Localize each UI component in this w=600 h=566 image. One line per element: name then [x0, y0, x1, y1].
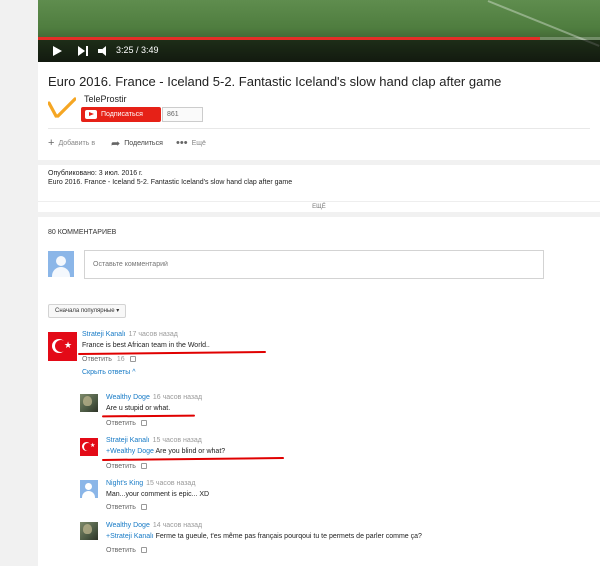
share-button[interactable]: ➦ Поделиться: [111, 137, 163, 150]
plus-icon: +: [48, 137, 55, 149]
comment-text: Man...your comment is epic... XD: [106, 491, 210, 498]
publish-date: Опубликовано: 3 июл. 2016 г.: [48, 170, 143, 177]
comment-author[interactable]: Strateji Kanalı 17 часов назад: [82, 331, 178, 338]
avatar[interactable]: [80, 394, 98, 412]
subscribe-label: Подписаться: [101, 111, 143, 118]
page: 3:25 / 3:49 Euro 2016. France - Iceland …: [0, 0, 600, 566]
time-display: 3:25 / 3:49: [116, 45, 159, 55]
share-arrow-icon: ➦: [111, 138, 121, 150]
more-button[interactable]: ••• Ещё: [176, 137, 206, 149]
sort-dropdown[interactable]: Сначала популярные ▾: [48, 304, 127, 318]
mention-link[interactable]: +Wealthy Doge: [106, 448, 154, 455]
thumbs-up-icon[interactable]: [129, 356, 136, 362]
thumbs-up-icon[interactable]: [140, 504, 147, 510]
video-info: Euro 2016. France - Iceland 5-2. Fantast…: [38, 62, 600, 160]
youtube-icon: [85, 110, 97, 119]
share-label: Поделиться: [124, 140, 163, 147]
video-title: Euro 2016. France - Iceland 5-2. Fantast…: [48, 74, 502, 89]
add-to-label: Добавить в: [58, 139, 96, 147]
thumbs-up-icon[interactable]: [140, 420, 147, 426]
reply-button[interactable]: Ответить: [106, 504, 136, 511]
channel-name[interactable]: TeleProstir: [84, 94, 127, 104]
comment-actions: Ответить 16: [82, 356, 136, 363]
comment-time: 16 часов назад: [152, 394, 203, 401]
description-text: Euro 2016. France - Iceland 5-2. Fantast…: [48, 179, 293, 186]
comment-author[interactable]: Wealthy Doge 14 часов назад: [106, 522, 202, 529]
video-player[interactable]: 3:25 / 3:49: [38, 0, 600, 62]
play-icon[interactable]: [53, 46, 62, 56]
hide-replies-button[interactable]: Скрыть ответы ^: [82, 369, 136, 376]
comment-author[interactable]: Night's King 15 часов назад: [106, 480, 195, 487]
next-icon[interactable]: [78, 46, 90, 56]
comment-count: 80 КОММЕНТАРИЕВ: [48, 229, 117, 236]
show-more-button[interactable]: ЕЩЁ: [38, 201, 600, 210]
subscribe-button[interactable]: Подписаться: [81, 107, 161, 122]
comment-time: 15 часов назад: [152, 437, 202, 444]
more-dots-icon: •••: [176, 137, 188, 149]
avatar[interactable]: [80, 480, 98, 498]
channel-logo-icon[interactable]: [48, 97, 76, 119]
description-card: Опубликовано: 3 июл. 2016 г. Euro 2016. …: [38, 165, 600, 212]
comment-time: 15 часов назад: [146, 480, 196, 487]
comment-text: France is best African team in the World…: [82, 342, 210, 349]
annotation-underline: [101, 414, 196, 418]
add-to-button[interactable]: + Добавить в: [48, 137, 95, 149]
thumbs-up-icon[interactable]: [140, 463, 147, 469]
reply-button[interactable]: Ответить: [106, 547, 136, 554]
reply-button[interactable]: Ответить: [106, 463, 136, 470]
comments-section: 80 КОММЕНТАРИЕВ Сначала популярные ▾ ★ S…: [38, 217, 600, 566]
divider: [48, 128, 590, 129]
comment-time: 17 часов назад: [128, 331, 178, 338]
avatar: [48, 251, 74, 277]
sort-label: Сначала популярные: [55, 308, 115, 314]
thumbs-up-icon[interactable]: [140, 547, 147, 553]
reply-button[interactable]: Ответить: [82, 356, 112, 363]
subscriber-count: 861: [162, 107, 203, 122]
comment-actions: Ответить: [106, 504, 147, 511]
player-controls: 3:25 / 3:49: [38, 40, 600, 62]
comment-time: 14 часов назад: [152, 522, 203, 529]
comment-text: Are u stupid or what.: [106, 405, 171, 412]
comment-text: +Wealthy Doge Are you blind or what?: [106, 448, 226, 455]
like-count: 16: [116, 356, 125, 363]
comment-input[interactable]: [84, 250, 544, 279]
chevron-down-icon: ▾: [116, 308, 120, 314]
comment-text: +Strateji Kanalı Ferme ta gueule, t'es m…: [106, 533, 422, 540]
chevron-up-icon: ^: [132, 369, 136, 376]
avatar[interactable]: ★: [80, 438, 98, 456]
avatar[interactable]: ★: [48, 332, 77, 361]
comment-actions: Ответить: [106, 463, 147, 470]
mention-link[interactable]: +Strateji Kanalı: [106, 533, 154, 540]
comment-author[interactable]: Wealthy Doge 16 часов назад: [106, 394, 202, 401]
avatar[interactable]: [80, 522, 98, 540]
comment-actions: Ответить: [106, 547, 147, 554]
more-label: Ещё: [191, 139, 206, 147]
watch-column: 3:25 / 3:49 Euro 2016. France - Iceland …: [38, 0, 600, 566]
comment-author[interactable]: Strateji Kanalı 15 часов назад: [106, 437, 202, 444]
annotation-underline: [101, 457, 285, 461]
volume-icon[interactable]: [98, 46, 110, 56]
annotation-underline: [77, 351, 267, 355]
reply-button[interactable]: Ответить: [106, 420, 136, 427]
comment-actions: Ответить: [106, 420, 147, 427]
